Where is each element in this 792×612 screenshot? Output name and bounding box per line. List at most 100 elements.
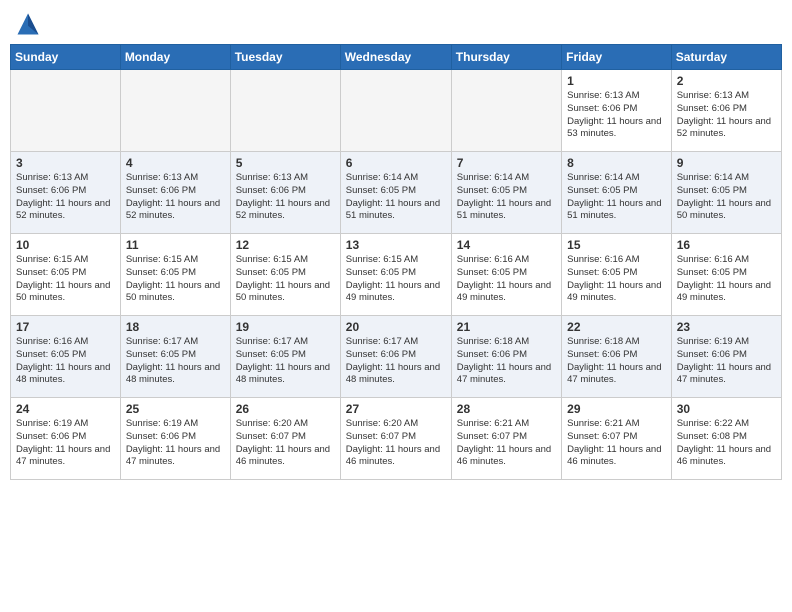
calendar-header-row: SundayMondayTuesdayWednesdayThursdayFrid… [11, 45, 782, 70]
day-number: 30 [677, 402, 776, 416]
day-number: 20 [346, 320, 446, 334]
day-info: Sunrise: 6:18 AM Sunset: 6:06 PM Dayligh… [567, 336, 666, 387]
day-number: 29 [567, 402, 666, 416]
day-info: Sunrise: 6:19 AM Sunset: 6:06 PM Dayligh… [677, 336, 776, 387]
calendar-cell: 17Sunrise: 6:16 AM Sunset: 6:05 PM Dayli… [11, 316, 121, 398]
day-info: Sunrise: 6:16 AM Sunset: 6:05 PM Dayligh… [567, 254, 666, 305]
day-number: 28 [457, 402, 556, 416]
calendar-cell: 27 Sunrise: 6:20 AM Sunset: 6:07 PM Dayli… [340, 398, 451, 480]
day-number: 22 [567, 320, 666, 334]
calendar-cell: 1 Sunrise: 6:13 AM Sunset: 6:06 PM Daylig… [562, 70, 672, 152]
day-number: 11 [126, 238, 225, 252]
calendar-cell: 15 Sunrise: 6:16 AM Sunset: 6:05 PM Dayli… [562, 234, 672, 316]
calendar-cell: 24 Sunrise: 6:19 AM Sunset: 6:06 PM Dayli… [11, 398, 121, 480]
day-number: 26 [236, 402, 335, 416]
day-info: Sunrise: 6:13 AM Sunset: 6:06 PM Dayligh… [236, 172, 335, 223]
calendar-cell: 20 Sunrise: 6:17 AM Sunset: 6:06 PM Dayli… [340, 316, 451, 398]
calendar-cell: 30 Sunrise: 6:22 AM Sunset: 6:08 PM Dayli… [671, 398, 781, 480]
day-number: 8 [567, 156, 666, 170]
calendar-cell: 23 Sunrise: 6:19 AM Sunset: 6:06 PM Dayli… [671, 316, 781, 398]
day-number: 7 [457, 156, 556, 170]
calendar-cell: 12Sunrise: 6:15 AM Sunset: 6:05 PM Dayli… [230, 234, 340, 316]
calendar-cell: 2 Sunrise: 6:13 AM Sunset: 6:06 PM Daylig… [671, 70, 781, 152]
day-info: Sunrise: 6:16 AM Sunset: 6:05 PM Dayligh… [457, 254, 556, 305]
calendar-cell: 5Sunrise: 6:13 AM Sunset: 6:06 PM Daylig… [230, 152, 340, 234]
calendar-cell: 11 Sunrise: 6:15 AM Sunset: 6:05 PM Dayli… [120, 234, 230, 316]
calendar-cell: 25 Sunrise: 6:19 AM Sunset: 6:06 PM Dayli… [120, 398, 230, 480]
calendar-cell: 26 Sunrise: 6:20 AM Sunset: 6:07 PM Dayli… [230, 398, 340, 480]
day-info: Sunrise: 6:19 AM Sunset: 6:06 PM Dayligh… [16, 418, 115, 469]
day-number: 18 [126, 320, 225, 334]
day-number: 3 [16, 156, 115, 170]
day-info: Sunrise: 6:14 AM Sunset: 6:05 PM Dayligh… [346, 172, 446, 223]
day-info: Sunrise: 6:13 AM Sunset: 6:06 PM Dayligh… [567, 90, 666, 141]
day-number: 25 [126, 402, 225, 416]
day-info: Sunrise: 6:15 AM Sunset: 6:05 PM Dayligh… [346, 254, 446, 305]
day-number: 1 [567, 74, 666, 88]
calendar-week-row: 24 Sunrise: 6:19 AM Sunset: 6:06 PM Dayli… [11, 398, 782, 480]
day-info: Sunrise: 6:19 AM Sunset: 6:06 PM Dayligh… [126, 418, 225, 469]
day-number: 6 [346, 156, 446, 170]
day-info: Sunrise: 6:16 AM Sunset: 6:05 PM Dayligh… [16, 336, 115, 387]
page-header [10, 10, 782, 38]
calendar-cell [451, 70, 561, 152]
calendar-cell: 4Sunrise: 6:13 AM Sunset: 6:06 PM Daylig… [120, 152, 230, 234]
calendar-body: 1 Sunrise: 6:13 AM Sunset: 6:06 PM Daylig… [11, 70, 782, 480]
calendar-week-row: 10Sunrise: 6:15 AM Sunset: 6:05 PM Dayli… [11, 234, 782, 316]
weekday-header: Monday [120, 45, 230, 70]
day-info: Sunrise: 6:21 AM Sunset: 6:07 PM Dayligh… [567, 418, 666, 469]
calendar-cell: 21 Sunrise: 6:18 AM Sunset: 6:06 PM Dayli… [451, 316, 561, 398]
calendar-cell [340, 70, 451, 152]
day-info: Sunrise: 6:14 AM Sunset: 6:05 PM Dayligh… [677, 172, 776, 223]
weekday-header: Sunday [11, 45, 121, 70]
logo-icon [14, 10, 42, 38]
day-info: Sunrise: 6:17 AM Sunset: 6:06 PM Dayligh… [346, 336, 446, 387]
calendar-cell: 10Sunrise: 6:15 AM Sunset: 6:05 PM Dayli… [11, 234, 121, 316]
calendar-cell: 16Sunrise: 6:16 AM Sunset: 6:05 PM Dayli… [671, 234, 781, 316]
logo [14, 10, 46, 38]
day-number: 27 [346, 402, 446, 416]
day-info: Sunrise: 6:20 AM Sunset: 6:07 PM Dayligh… [346, 418, 446, 469]
calendar-cell [120, 70, 230, 152]
day-info: Sunrise: 6:22 AM Sunset: 6:08 PM Dayligh… [677, 418, 776, 469]
day-info: Sunrise: 6:13 AM Sunset: 6:06 PM Dayligh… [126, 172, 225, 223]
calendar-cell: 29 Sunrise: 6:21 AM Sunset: 6:07 PM Dayli… [562, 398, 672, 480]
day-info: Sunrise: 6:14 AM Sunset: 6:05 PM Dayligh… [567, 172, 666, 223]
calendar-cell [230, 70, 340, 152]
calendar-cell [11, 70, 121, 152]
calendar-week-row: 1 Sunrise: 6:13 AM Sunset: 6:06 PM Daylig… [11, 70, 782, 152]
weekday-header: Saturday [671, 45, 781, 70]
calendar-cell: 3 Sunrise: 6:13 AM Sunset: 6:06 PM Daylig… [11, 152, 121, 234]
day-info: Sunrise: 6:15 AM Sunset: 6:05 PM Dayligh… [126, 254, 225, 305]
day-number: 13 [346, 238, 446, 252]
day-info: Sunrise: 6:13 AM Sunset: 6:06 PM Dayligh… [677, 90, 776, 141]
day-number: 14 [457, 238, 556, 252]
day-info: Sunrise: 6:15 AM Sunset: 6:05 PM Dayligh… [236, 254, 335, 305]
weekday-header: Thursday [451, 45, 561, 70]
weekday-header: Tuesday [230, 45, 340, 70]
calendar-cell: 6 Sunrise: 6:14 AM Sunset: 6:05 PM Daylig… [340, 152, 451, 234]
calendar-cell: 13 Sunrise: 6:15 AM Sunset: 6:05 PM Dayli… [340, 234, 451, 316]
day-info: Sunrise: 6:20 AM Sunset: 6:07 PM Dayligh… [236, 418, 335, 469]
day-number: 24 [16, 402, 115, 416]
calendar-cell: 19 Sunrise: 6:17 AM Sunset: 6:05 PM Dayli… [230, 316, 340, 398]
calendar-cell: 7 Sunrise: 6:14 AM Sunset: 6:05 PM Daylig… [451, 152, 561, 234]
day-number: 15 [567, 238, 666, 252]
day-number: 19 [236, 320, 335, 334]
day-number: 16 [677, 238, 776, 252]
day-number: 9 [677, 156, 776, 170]
calendar-cell: 8 Sunrise: 6:14 AM Sunset: 6:05 PM Daylig… [562, 152, 672, 234]
day-number: 23 [677, 320, 776, 334]
calendar-week-row: 3 Sunrise: 6:13 AM Sunset: 6:06 PM Daylig… [11, 152, 782, 234]
calendar-cell: 28Sunrise: 6:21 AM Sunset: 6:07 PM Dayli… [451, 398, 561, 480]
day-info: Sunrise: 6:15 AM Sunset: 6:05 PM Dayligh… [16, 254, 115, 305]
calendar-cell: 9 Sunrise: 6:14 AM Sunset: 6:05 PM Daylig… [671, 152, 781, 234]
day-info: Sunrise: 6:13 AM Sunset: 6:06 PM Dayligh… [16, 172, 115, 223]
day-info: Sunrise: 6:14 AM Sunset: 6:05 PM Dayligh… [457, 172, 556, 223]
calendar-week-row: 17Sunrise: 6:16 AM Sunset: 6:05 PM Dayli… [11, 316, 782, 398]
day-number: 2 [677, 74, 776, 88]
day-number: 21 [457, 320, 556, 334]
day-info: Sunrise: 6:18 AM Sunset: 6:06 PM Dayligh… [457, 336, 556, 387]
day-info: Sunrise: 6:17 AM Sunset: 6:05 PM Dayligh… [236, 336, 335, 387]
weekday-header: Wednesday [340, 45, 451, 70]
